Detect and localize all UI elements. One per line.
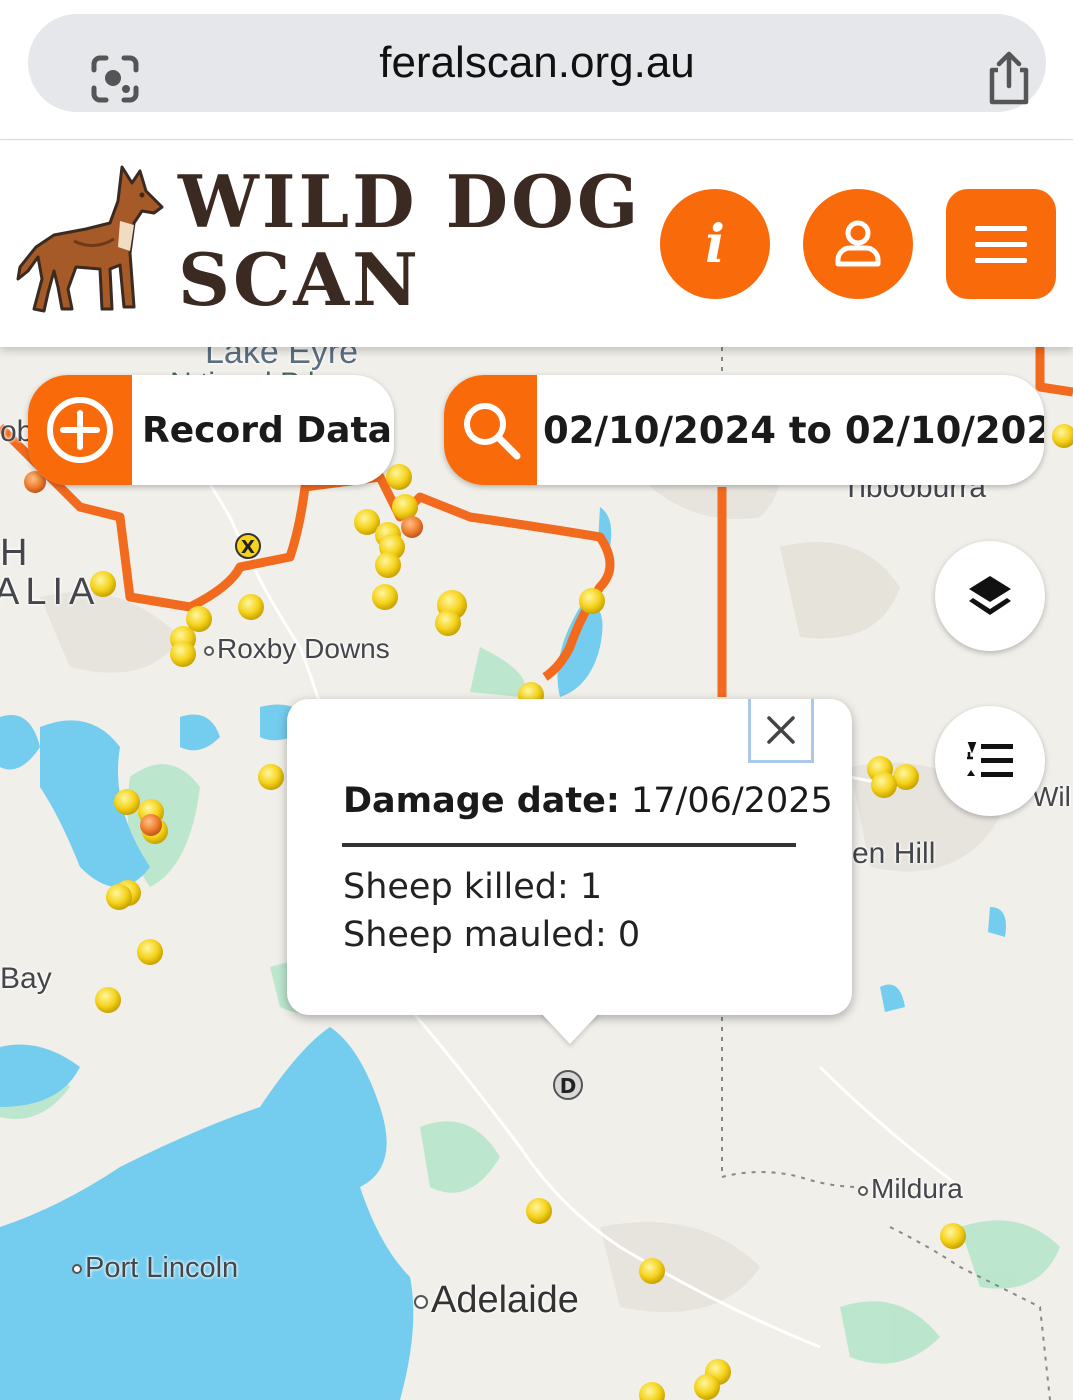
record-popup: Damage date: 17/06/2025 Sheep killed: 1 … bbox=[287, 699, 852, 1015]
map-label-adelaide: Adelaide bbox=[414, 1279, 579, 1322]
map-label-port-lincoln: Port Lincoln bbox=[72, 1252, 238, 1285]
damage-date-value: 17/06/2025 bbox=[631, 781, 833, 821]
record-data-label: Record Data bbox=[142, 409, 392, 451]
popup-divider bbox=[342, 843, 796, 847]
record-data-button[interactable]: Record Data bbox=[28, 375, 394, 485]
map-label-alia: ALIA bbox=[0, 571, 101, 613]
info-icon: i bbox=[705, 213, 725, 275]
damage-date-label: Damage date: bbox=[343, 781, 620, 821]
layers-icon bbox=[969, 576, 1011, 615]
date-range-filter[interactable]: 02/10/2024 to 02/10/2025 bbox=[444, 375, 1044, 485]
logo-line-2: SCAN bbox=[178, 237, 421, 322]
popup-pointer bbox=[540, 1012, 600, 1044]
close-icon bbox=[767, 715, 795, 744]
map-label-bay: Bay bbox=[0, 962, 52, 995]
wild-dog-logo-icon bbox=[16, 165, 164, 313]
sheep-mauled-text: Sheep mauled: 0 bbox=[343, 915, 641, 955]
logo-wordmark: WILD DOG SCAN bbox=[178, 163, 641, 319]
share-icon[interactable] bbox=[984, 50, 1034, 106]
map-label-broken-hill: en Hill bbox=[852, 837, 936, 870]
x-marker[interactable]: X bbox=[235, 533, 261, 559]
search-icon bbox=[444, 375, 537, 485]
hamburger-menu-icon bbox=[975, 226, 1027, 263]
user-icon bbox=[835, 220, 881, 267]
plus-circle-icon bbox=[28, 375, 132, 485]
d-marker[interactable]: D bbox=[553, 1070, 583, 1100]
list-icon bbox=[967, 742, 1013, 777]
map-label-mildura: Mildura bbox=[858, 1173, 963, 1205]
layers-button[interactable] bbox=[935, 541, 1045, 651]
map-label-h: H bbox=[0, 532, 34, 574]
logo-line-1: WILD DOG bbox=[178, 159, 642, 244]
sheep-killed-text: Sheep killed: 1 bbox=[343, 867, 603, 907]
address-bar[interactable]: feralscan.org.au bbox=[28, 14, 1046, 112]
account-button[interactable] bbox=[803, 189, 913, 299]
popup-title: Damage date: 17/06/2025 bbox=[343, 781, 833, 821]
url-text: feralscan.org.au bbox=[379, 38, 695, 87]
map-label-roxby-downs: Roxby Downs bbox=[204, 633, 390, 665]
app-header: WILD DOG SCAN i bbox=[0, 141, 1073, 347]
browser-toolbar: feralscan.org.au bbox=[0, 0, 1073, 140]
legend-button[interactable] bbox=[935, 706, 1045, 816]
popup-close-button[interactable] bbox=[748, 699, 814, 763]
d-marker-label: D bbox=[560, 1074, 577, 1098]
menu-button[interactable] bbox=[946, 189, 1056, 299]
info-button[interactable]: i bbox=[660, 189, 770, 299]
x-marker-label: X bbox=[241, 537, 255, 558]
date-range-label: 02/10/2024 to 02/10/2025 bbox=[543, 408, 1044, 452]
